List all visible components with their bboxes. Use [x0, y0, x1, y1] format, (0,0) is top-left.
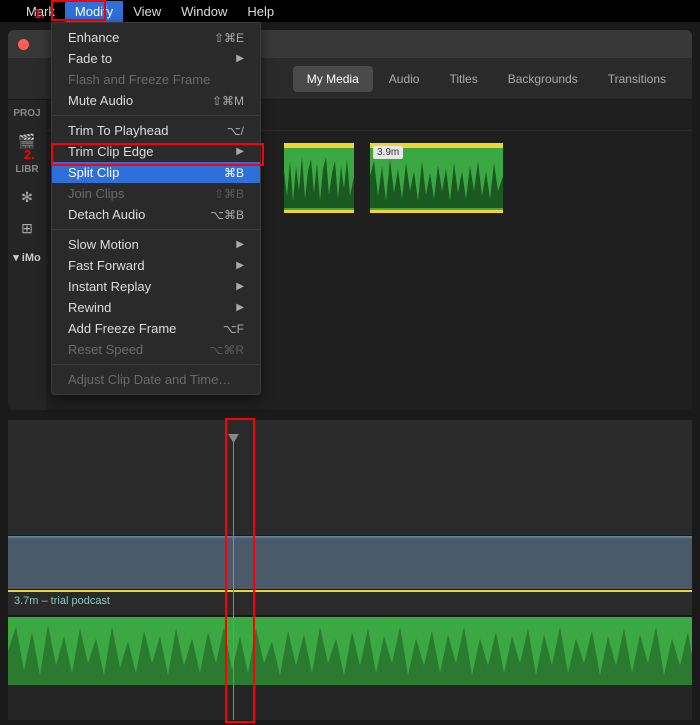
menu-modify[interactable]: Modify [65, 1, 123, 22]
menu-item-detach-audio[interactable]: Detach Audio ⌥⌘B [52, 204, 260, 225]
clip-marker-bottom [370, 210, 503, 213]
video-track[interactable] [8, 535, 692, 590]
submenu-arrow-icon: ▶ [236, 146, 244, 157]
menu-item-rewind[interactable]: Rewind ▶ [52, 297, 260, 318]
menu-label: Fade to [68, 51, 112, 66]
menu-item-adjust-date: Adjust Clip Date and Time… [52, 369, 260, 390]
tab-audio[interactable]: Audio [375, 66, 434, 92]
menu-separator [52, 229, 260, 230]
menu-item-instant-replay[interactable]: Instant Replay ▶ [52, 276, 260, 297]
menu-item-flash-freeze: Flash and Freeze Frame [52, 69, 260, 90]
menu-item-fade-to[interactable]: Fade to ▶ [52, 48, 260, 69]
submenu-arrow-icon: ▶ [236, 281, 244, 292]
menu-shortcut: ⌥/ [227, 124, 244, 138]
menu-label: Fast Forward [68, 258, 145, 273]
menu-item-join-clips: Join Clips ⇧⌘B [52, 183, 260, 204]
annotation-number-1: 1. [34, 6, 45, 21]
menu-separator [52, 364, 260, 365]
menu-label: Join Clips [68, 186, 124, 201]
clip-marker-top [284, 143, 354, 148]
menubar: Mark Modify View Window Help [0, 0, 700, 22]
menu-label: Flash and Freeze Frame [68, 72, 210, 87]
timeline[interactable]: 3.7m – trial podcast [8, 420, 692, 720]
menu-separator [52, 115, 260, 116]
modify-dropdown: Enhance ⇧⌘E Fade to ▶ Flash and Freeze Fra… [51, 22, 261, 395]
media-clip-1[interactable] [284, 143, 354, 213]
playhead[interactable] [233, 435, 234, 720]
waveform-icon [8, 617, 692, 685]
tab-backgrounds[interactable]: Backgrounds [494, 66, 592, 92]
menu-item-fast-forward[interactable]: Fast Forward ▶ [52, 255, 260, 276]
tab-transitions[interactable]: Transitions [594, 66, 680, 92]
submenu-arrow-icon: ▶ [236, 53, 244, 64]
menu-label: Enhance [68, 30, 119, 45]
track-spacer [8, 435, 692, 535]
menu-label: Mute Audio [68, 93, 133, 108]
grid-icon[interactable]: ⊞ [21, 220, 33, 237]
sidebar-projects-label: PROJ [13, 108, 40, 119]
clip-header: 3.7m – trial podcast [8, 590, 692, 615]
menu-item-mute-audio[interactable]: Mute Audio ⇧⌘M [52, 90, 260, 111]
waveform-icon [284, 151, 354, 208]
menu-item-split-clip[interactable]: Split Clip ⌘B [52, 162, 260, 183]
menu-label: Instant Replay [68, 279, 151, 294]
menu-label: Reset Speed [68, 342, 143, 357]
menu-label: Detach Audio [68, 207, 145, 222]
timeline-clip-title: 3.7m – trial podcast [8, 592, 692, 610]
clip-marker-bottom [284, 210, 354, 213]
star-icon[interactable]: ✻ [21, 189, 33, 206]
menu-label: Split Clip [68, 165, 119, 180]
menu-item-trim-playhead[interactable]: Trim To Playhead ⌥/ [52, 120, 260, 141]
menu-item-slow-motion[interactable]: Slow Motion ▶ [52, 234, 260, 255]
menu-shortcut: ⌥⌘R [210, 343, 245, 357]
audio-track[interactable] [8, 615, 692, 685]
sidebar-imovie-label[interactable]: ▾ iMo [13, 251, 41, 264]
menu-shortcut: ⌥⌘B [210, 208, 244, 222]
menu-item-add-freeze-frame[interactable]: Add Freeze Frame ⌥F [52, 318, 260, 339]
tab-my-media[interactable]: My Media [293, 66, 373, 92]
menu-label: Add Freeze Frame [68, 321, 176, 336]
tabs: My Media Audio Titles Backgrounds Transi… [293, 66, 680, 92]
menu-item-enhance[interactable]: Enhance ⇧⌘E [52, 27, 260, 48]
tab-titles[interactable]: Titles [435, 66, 491, 92]
playhead-handle-icon[interactable] [228, 434, 239, 444]
close-window-button[interactable] [18, 39, 29, 50]
media-clip-2[interactable]: 3.9m [370, 143, 503, 213]
menu-help[interactable]: Help [237, 1, 284, 22]
menu-label: Adjust Clip Date and Time… [68, 372, 231, 387]
menu-label: Rewind [68, 300, 111, 315]
menu-view[interactable]: View [123, 1, 171, 22]
menu-shortcut: ⇧⌘B [214, 187, 244, 201]
menu-label: Trim To Playhead [68, 123, 168, 138]
waveform-icon [370, 151, 503, 208]
sidebar-libraries-label: LIBR [15, 164, 38, 175]
menu-label: Trim Clip Edge [68, 144, 153, 159]
timeline-ruler[interactable] [8, 420, 692, 435]
timeline-tracks: 3.7m – trial podcast [8, 435, 692, 720]
menu-shortcut: ⇧⌘M [212, 94, 244, 108]
menu-shortcut: ⇧⌘E [214, 31, 244, 45]
annotation-number-2: 2. [24, 147, 35, 162]
menu-shortcut: ⌥F [223, 322, 244, 336]
submenu-arrow-icon: ▶ [236, 260, 244, 271]
menu-shortcut: ⌘B [224, 166, 244, 180]
menu-item-reset-speed: Reset Speed ⌥⌘R [52, 339, 260, 360]
menu-item-trim-clip-edge[interactable]: Trim Clip Edge ▶ [52, 141, 260, 162]
submenu-arrow-icon: ▶ [236, 302, 244, 313]
menu-window[interactable]: Window [171, 1, 237, 22]
submenu-arrow-icon: ▶ [236, 239, 244, 250]
menu-label: Slow Motion [68, 237, 139, 252]
